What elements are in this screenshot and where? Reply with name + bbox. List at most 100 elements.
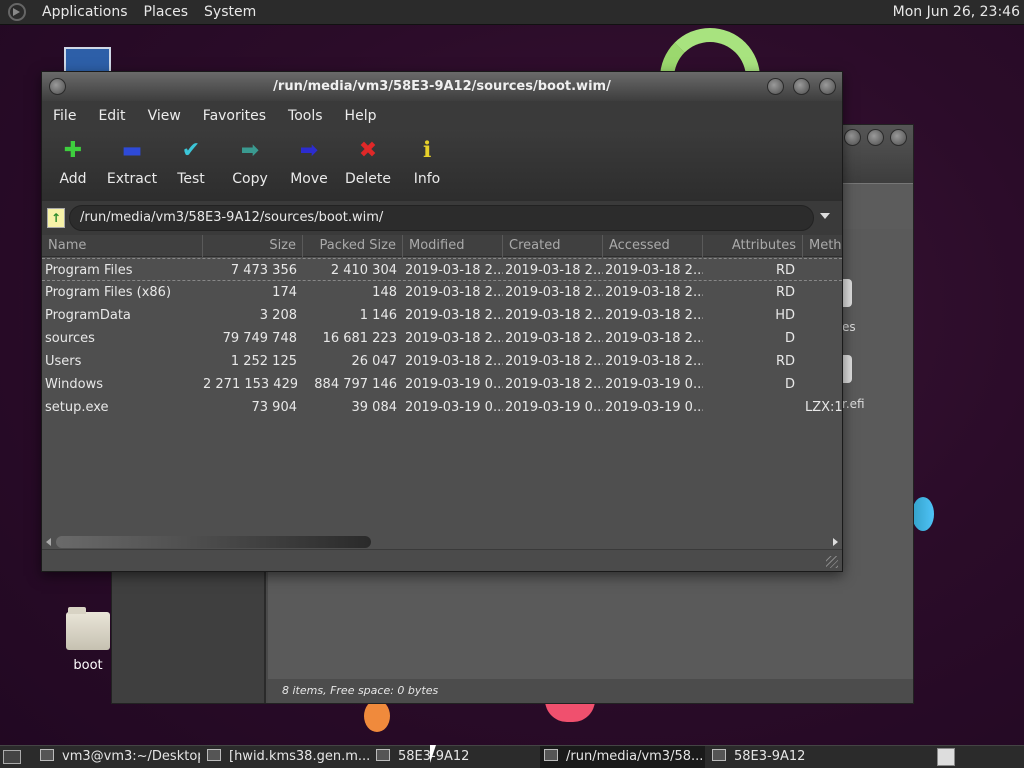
toolbar: ✚ Add ▬ Extract ✔ Test ➡ Copy ➡ Move ✖ D…: [42, 130, 842, 201]
task-archive[interactable]: /run/media/vm3/58...: [540, 746, 705, 768]
cell-size: 1 252 125: [230, 354, 297, 369]
table-row[interactable]: Program Files (x86) 174 148 2019-03-18 2…: [42, 281, 842, 304]
cell-packed-size: 16 681 223: [322, 331, 397, 346]
cell-method: LZX:15: [805, 400, 842, 415]
desktop-item-boot[interactable]: boot: [58, 607, 118, 673]
cell-accessed: 2019-03-18 2...: [605, 308, 703, 323]
drive-icon: [712, 749, 726, 761]
menu-applications[interactable]: Applications: [34, 4, 136, 20]
test-button[interactable]: ✔ Test: [161, 136, 221, 187]
move-button[interactable]: ➡ Move: [279, 136, 339, 187]
cell-method: [805, 304, 842, 327]
table-row[interactable]: ProgramData 3 208 1 146 2019-03-18 2... …: [42, 304, 842, 327]
menu-help[interactable]: Help: [334, 108, 388, 124]
computer-desktop-icon[interactable]: [64, 47, 111, 71]
task-label: vm3@vm3:~/Desktop: [62, 749, 200, 764]
maximize-button[interactable]: [793, 78, 810, 95]
test-icon: ✔: [181, 138, 201, 163]
table-row[interactable]: sources 79 749 748 16 681 223 2019-03-18…: [42, 327, 842, 350]
cell-size: 79 749 748: [222, 331, 297, 346]
delete-icon: ✖: [358, 138, 378, 163]
taskbar: vm3@vm3:~/Desktop [hwid.kms38.gen.m... 5…: [0, 745, 1024, 768]
move-label: Move: [290, 171, 328, 187]
status-bar: [42, 549, 842, 571]
cell-attributes: [703, 396, 795, 419]
extract-button[interactable]: ▬ Extract: [102, 136, 162, 187]
cell-created: 2019-03-18 2...: [505, 263, 603, 278]
scrollbar-thumb[interactable]: [56, 536, 371, 548]
task-label: /run/media/vm3/58...: [566, 749, 704, 764]
info-button[interactable]: ℹ Info: [397, 136, 457, 187]
cell-modified: 2019-03-18 2...: [405, 354, 503, 369]
column-header-size[interactable]: Size: [203, 235, 303, 257]
minimize-button[interactable]: [767, 78, 784, 95]
task-58e3-2[interactable]: 58E3-9A12: [712, 746, 872, 768]
cell-attributes: RD: [775, 263, 795, 278]
move-icon: ➡: [299, 138, 319, 163]
distro-logo-icon[interactable]: [8, 3, 26, 21]
address-bar: ↑ /run/media/vm3/58E3-9A12/sources/boot.…: [42, 201, 842, 235]
window-menu-button[interactable]: [49, 78, 66, 95]
cell-modified: 2019-03-18 2...: [405, 263, 503, 278]
close-button[interactable]: [890, 129, 907, 146]
wallpaper-blob: [364, 700, 390, 732]
menu-file[interactable]: File: [42, 108, 87, 124]
cell-accessed: 2019-03-19 0...: [605, 400, 703, 415]
cell-method: [805, 373, 842, 396]
column-header-attributes[interactable]: Attributes: [703, 235, 803, 257]
cell-created: 2019-03-19 0...: [505, 400, 603, 415]
task-58e3[interactable]: 58E3-9A12: [376, 746, 536, 768]
clock[interactable]: Mon Jun 26, 23:46: [893, 4, 1020, 20]
column-header-created[interactable]: Created: [503, 235, 603, 257]
cell-packed-size: 1 146: [359, 308, 397, 323]
menu-places[interactable]: Places: [136, 4, 197, 20]
close-button[interactable]: [819, 78, 836, 95]
file-label: es: [842, 320, 856, 334]
task-label: 58E3-9A12: [734, 749, 806, 764]
file-list[interactable]: Name Size Packed Size Modified Created A…: [42, 235, 842, 535]
mouse-cursor-icon: [430, 745, 442, 763]
window-titlebar[interactable]: /run/media/vm3/58E3-9A12/sources/boot.wi…: [42, 72, 842, 101]
chevron-down-icon[interactable]: [820, 213, 830, 219]
task-folder-hwid[interactable]: [hwid.kms38.gen.m...: [207, 746, 372, 768]
add-button[interactable]: ✚ Add: [43, 136, 103, 187]
column-header-packed-size[interactable]: Packed Size: [303, 235, 403, 257]
menu-favorites[interactable]: Favorites: [192, 108, 277, 124]
menu-edit[interactable]: Edit: [87, 108, 136, 124]
table-row[interactable]: Program Files 7 473 356 2 410 304 2019-0…: [42, 258, 842, 281]
cell-name: Users: [45, 354, 82, 369]
copy-button[interactable]: ➡ Copy: [220, 136, 280, 187]
delete-label: Delete: [345, 171, 391, 187]
scroll-right-icon[interactable]: [833, 538, 838, 546]
cell-created: 2019-03-18 2...: [505, 377, 603, 392]
cell-packed-size: 26 047: [351, 354, 398, 369]
table-row[interactable]: Users 1 252 125 26 047 2019-03-18 2... 2…: [42, 350, 842, 373]
list-header: Name Size Packed Size Modified Created A…: [42, 235, 842, 257]
column-header-modified[interactable]: Modified: [403, 235, 503, 257]
task-label: [hwid.kms38.gen.m...: [229, 749, 371, 764]
minimize-button[interactable]: [844, 129, 861, 146]
menu-system[interactable]: System: [196, 4, 264, 20]
resize-grip-icon[interactable]: [826, 556, 838, 568]
cell-name: Program Files (x86): [45, 285, 172, 300]
address-input[interactable]: /run/media/vm3/58E3-9A12/sources/boot.wi…: [69, 205, 814, 231]
cell-modified: 2019-03-19 0...: [405, 377, 503, 392]
show-desktop-icon[interactable]: [3, 750, 21, 764]
cell-name: setup.exe: [45, 400, 109, 415]
delete-button[interactable]: ✖ Delete: [338, 136, 398, 187]
task-terminal[interactable]: vm3@vm3:~/Desktop: [40, 746, 200, 768]
table-row[interactable]: setup.exe 73 904 39 084 2019-03-19 0... …: [42, 396, 842, 419]
menu-view[interactable]: View: [137, 108, 192, 124]
table-row[interactable]: Windows 2 271 153 429 884 797 146 2019-0…: [42, 373, 842, 396]
trash-icon[interactable]: [937, 748, 955, 766]
horizontal-scrollbar[interactable]: [42, 535, 842, 549]
cell-size: 2 271 153 429: [203, 377, 297, 392]
maximize-button[interactable]: [867, 129, 884, 146]
folder-up-icon[interactable]: ↑: [47, 208, 65, 228]
menu-tools[interactable]: Tools: [277, 108, 334, 124]
scroll-left-icon[interactable]: [46, 538, 51, 546]
column-header-accessed[interactable]: Accessed: [603, 235, 703, 257]
column-header-method[interactable]: Metho: [803, 235, 842, 257]
cell-accessed: 2019-03-19 0...: [605, 377, 703, 392]
column-header-name[interactable]: Name: [42, 235, 203, 257]
